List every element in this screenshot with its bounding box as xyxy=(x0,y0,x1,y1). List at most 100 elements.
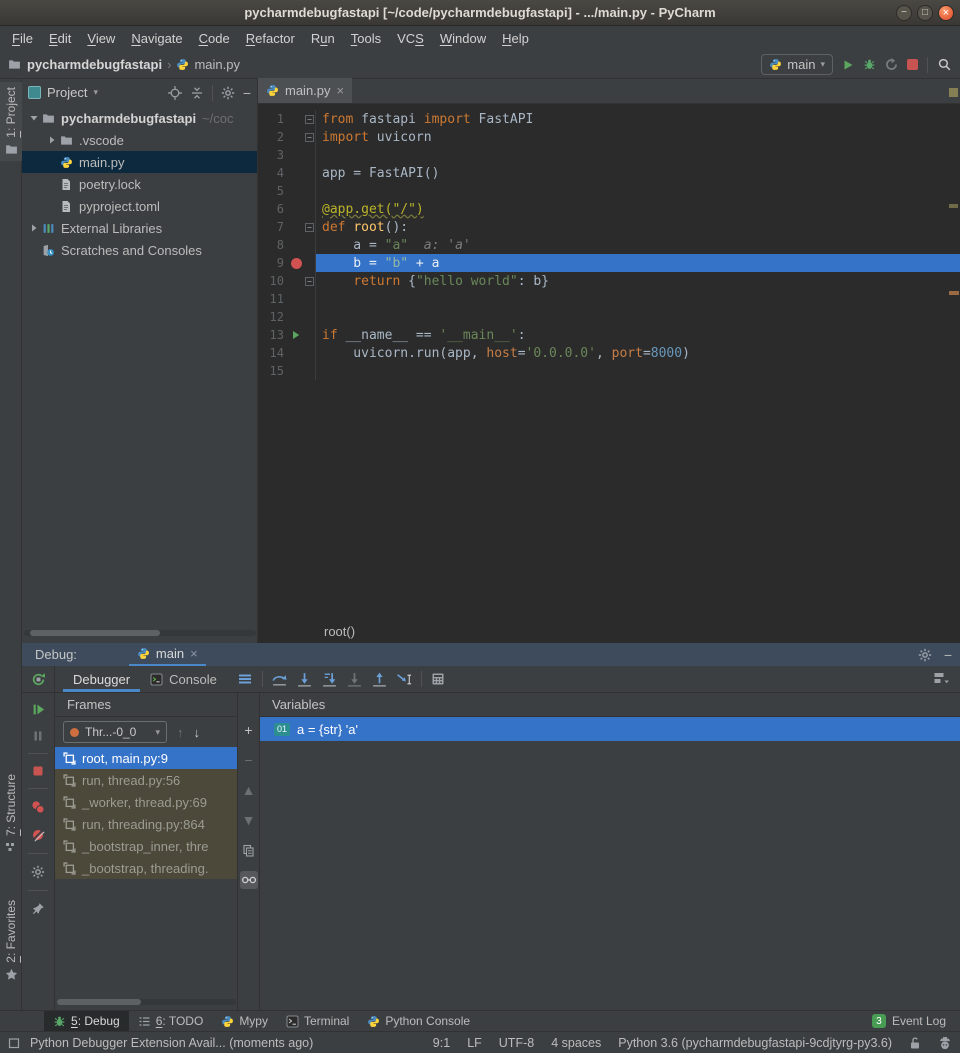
code-line-13[interactable]: 13 if __name__ == '__main__': xyxy=(258,326,960,344)
menu-item-vcs[interactable]: VCS xyxy=(389,31,432,46)
lock-icon[interactable] xyxy=(909,1036,921,1050)
frame-row[interactable]: run, threading.py:864 xyxy=(55,813,237,835)
previous-frame-button[interactable]: ↑ xyxy=(177,725,184,740)
smart-step-into-button[interactable] xyxy=(346,672,363,687)
caret-position[interactable]: 9:1 xyxy=(433,1036,450,1050)
breadcrumb-function[interactable]: root() xyxy=(324,624,355,639)
toolwindow-button-favorites[interactable]: 2: Favorites xyxy=(0,895,22,986)
line-number[interactable]: 12 xyxy=(258,310,288,324)
next-frame-button[interactable]: ↓ xyxy=(194,725,201,740)
search-everywhere-button[interactable] xyxy=(937,57,952,72)
code-text[interactable]: if __name__ == '__main__': xyxy=(316,326,960,344)
code-text[interactable]: a = "a" a: 'a' xyxy=(316,236,960,254)
breadcrumb-file[interactable]: main.py xyxy=(194,57,240,72)
frame-row[interactable]: _bootstrap_inner, thre xyxy=(55,835,237,857)
code-text[interactable]: def root(): xyxy=(316,218,960,236)
file-encoding[interactable]: UTF-8 xyxy=(499,1036,534,1050)
view-breakpoints-button[interactable] xyxy=(31,800,45,814)
code-line-8[interactable]: 8 a = "a" a: 'a' xyxy=(258,236,960,254)
breadcrumb-project[interactable]: pycharmdebugfastapi xyxy=(27,57,162,72)
step-into-button[interactable] xyxy=(296,672,313,687)
close-button[interactable]: × xyxy=(938,5,954,21)
status-message[interactable]: Python Debugger Extension Avail... (mome… xyxy=(30,1036,313,1050)
toolwindow-button-terminal[interactable]: Terminal xyxy=(277,1011,358,1032)
force-step-into-button[interactable] xyxy=(321,672,338,687)
pause-button[interactable] xyxy=(32,730,44,742)
line-number[interactable]: 2 xyxy=(258,130,288,144)
duplicate-watch-button[interactable] xyxy=(240,841,258,859)
add-watch-button[interactable]: + xyxy=(240,721,258,739)
fold-box[interactable]: − xyxy=(305,277,314,286)
code-line-1[interactable]: 1−from fastapi import FastAPI xyxy=(258,110,960,128)
code-editor[interactable]: 1−from fastapi import FastAPI2−import uv… xyxy=(258,104,960,619)
menu-item-navigate[interactable]: Navigate xyxy=(123,31,190,46)
close-icon[interactable]: × xyxy=(190,646,198,661)
locate-file-button[interactable] xyxy=(168,86,182,100)
interpreter[interactable]: Python 3.6 (pycharmdebugfastapi-9cdjtyrg… xyxy=(618,1036,892,1050)
tab-debugger[interactable]: Debugger xyxy=(63,666,140,692)
code-line-4[interactable]: 4app = FastAPI() xyxy=(258,164,960,182)
line-number[interactable]: 13 xyxy=(258,328,288,342)
line-number[interactable]: 1 xyxy=(258,112,288,126)
code-line-2[interactable]: 2 −import uvicorn xyxy=(258,128,960,146)
code-line-12[interactable]: 12 xyxy=(258,308,960,326)
tree-item-scratches-and-consoles[interactable]: Scratches and Consoles xyxy=(22,239,257,261)
tree-item-external-libraries[interactable]: External Libraries xyxy=(22,217,257,239)
project-panel-title[interactable]: Project xyxy=(47,85,87,100)
rerun-button[interactable] xyxy=(31,672,46,687)
frame-row[interactable]: run, thread.py:56 xyxy=(55,769,237,791)
chevron-down-icon[interactable]: ▾ xyxy=(93,87,98,98)
evaluate-expression-button[interactable] xyxy=(431,672,445,686)
line-number[interactable]: 14 xyxy=(258,346,288,360)
code-line-10[interactable]: 10− return {"hello world": b} xyxy=(258,272,960,290)
warning-stripe-mark[interactable] xyxy=(949,204,958,208)
code-text[interactable]: b = "b" + a xyxy=(316,254,960,272)
resume-button[interactable] xyxy=(32,703,45,716)
menu-item-tools[interactable]: Tools xyxy=(343,31,389,46)
line-separator[interactable]: LF xyxy=(467,1036,482,1050)
close-icon[interactable]: × xyxy=(337,83,345,98)
code-text[interactable] xyxy=(316,308,960,326)
minimize-button[interactable]: − xyxy=(896,5,912,21)
toolwindow-button-structure[interactable]: 7: Structure xyxy=(0,769,22,858)
gear-icon[interactable] xyxy=(918,648,932,662)
chevron-right-icon[interactable] xyxy=(28,223,40,233)
toolwindow-button-6-todo[interactable]: 6: TODO xyxy=(129,1011,213,1032)
pin-tab-button[interactable] xyxy=(32,902,45,915)
code-text[interactable]: app = FastAPI() xyxy=(316,164,960,182)
tree-item-main-py[interactable]: main.py xyxy=(22,151,257,173)
remove-watch-button[interactable]: − xyxy=(240,751,258,769)
code-text[interactable] xyxy=(316,146,960,164)
breakpoint-stripe-mark[interactable] xyxy=(949,291,959,295)
line-number[interactable]: 6 xyxy=(258,202,288,216)
debug-button[interactable] xyxy=(863,58,876,71)
run-button[interactable] xyxy=(842,59,854,71)
thread-dropdown[interactable]: Thr...-0_0 ▾ xyxy=(63,721,167,743)
fold-box[interactable]: − xyxy=(305,223,314,232)
gear-icon[interactable] xyxy=(221,86,235,100)
code-text[interactable]: from fastapi import FastAPI xyxy=(316,110,960,128)
fold-marker-icon[interactable]: − xyxy=(304,128,316,146)
menu-item-file[interactable]: File xyxy=(4,31,41,46)
hide-panel-button[interactable]: − xyxy=(243,85,251,101)
chevron-down-icon[interactable] xyxy=(28,113,40,123)
code-line-14[interactable]: 14 uvicorn.run(app, host='0.0.0.0', port… xyxy=(258,344,960,362)
menu-item-refactor[interactable]: Refactor xyxy=(238,31,303,46)
title-bar[interactable]: pycharmdebugfastapi [~/code/pycharmdebug… xyxy=(0,0,960,26)
code-text[interactable]: uvicorn.run(app, host='0.0.0.0', port=80… xyxy=(316,344,960,362)
menu-item-window[interactable]: Window xyxy=(432,31,494,46)
code-line-7[interactable]: 7−def root(): xyxy=(258,218,960,236)
frame-row[interactable]: root, main.py:9 xyxy=(55,747,237,769)
run-to-cursor-button[interactable] xyxy=(396,672,413,687)
menu-item-edit[interactable]: Edit xyxy=(41,31,79,46)
line-number[interactable]: 9 xyxy=(258,256,288,270)
code-text[interactable]: import uvicorn xyxy=(316,128,960,146)
tree-item-pyproject-toml[interactable]: pyproject.toml xyxy=(22,195,257,217)
code-text[interactable] xyxy=(316,362,960,380)
scrollbar-thumb[interactable] xyxy=(57,999,141,1005)
debug-session-tab[interactable]: main × xyxy=(129,643,206,666)
fold-marker-icon[interactable]: − xyxy=(304,218,316,236)
layout-settings-button[interactable] xyxy=(933,671,950,685)
code-line-9[interactable]: 9 b = "b" + a xyxy=(258,254,960,272)
code-text[interactable] xyxy=(316,182,960,200)
